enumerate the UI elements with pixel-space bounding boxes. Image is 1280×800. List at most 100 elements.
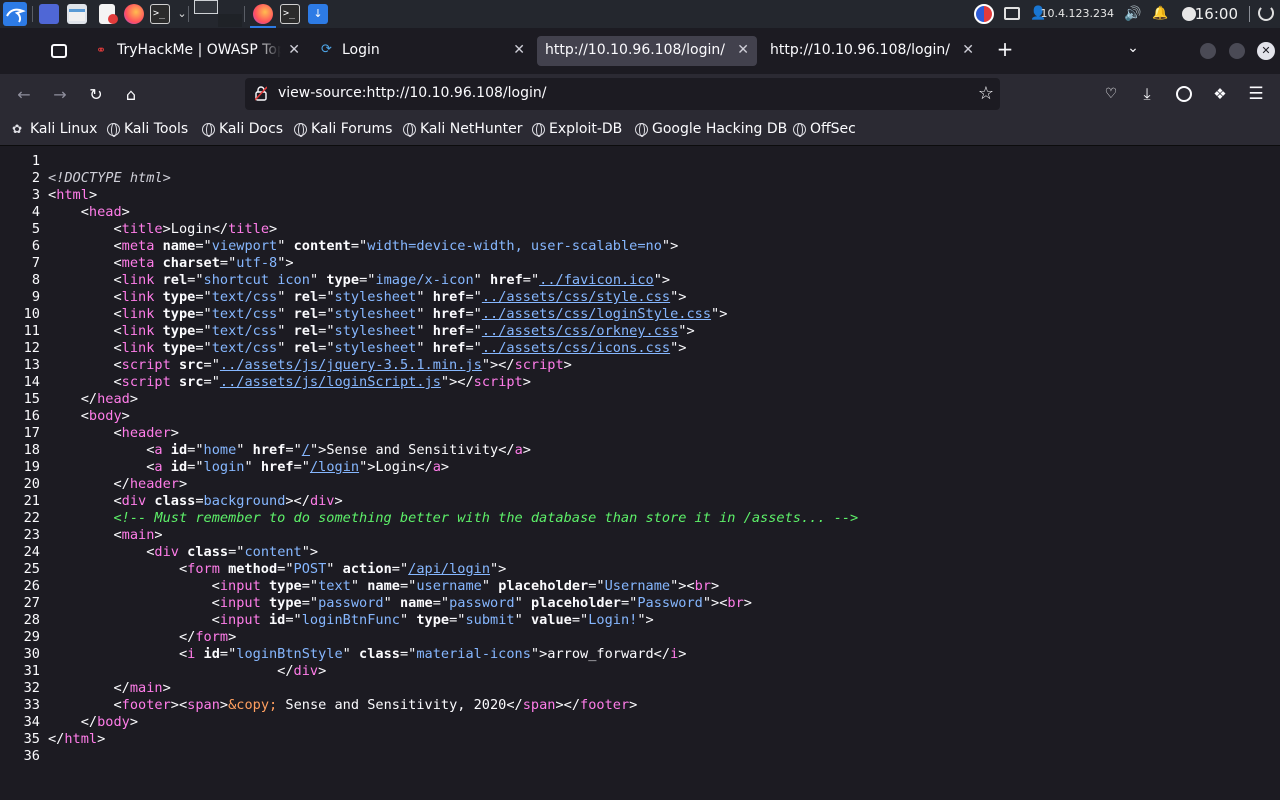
source-token: =" xyxy=(195,306,212,322)
volume-icon[interactable]: 🔊 xyxy=(1124,6,1142,22)
source-link[interactable]: ../assets/css/style.css xyxy=(482,289,670,305)
line-number: 34 xyxy=(23,714,40,730)
source-line: 1 xyxy=(0,153,1280,170)
source-code: <div class="content"> xyxy=(48,544,318,561)
source-token: main xyxy=(121,527,155,543)
tab-login[interactable]: ⟳ Login ✕ xyxy=(311,36,533,66)
file-manager-icon[interactable] xyxy=(67,4,87,24)
source-token: class xyxy=(187,544,229,560)
close-icon[interactable]: ✕ xyxy=(288,42,300,58)
source-token: < xyxy=(48,527,122,543)
source-link[interactable]: /api/login xyxy=(408,561,490,577)
download-folder-icon[interactable]: ↓ xyxy=(308,4,328,24)
source-token: =" xyxy=(301,578,319,594)
line-number: 21 xyxy=(23,493,40,509)
close-icon[interactable]: ✕ xyxy=(513,42,525,58)
line-number: 11 xyxy=(23,323,40,339)
bookmark-kali-nethunter[interactable]: Kali NetHunter xyxy=(403,121,522,137)
power-icon[interactable] xyxy=(1258,5,1274,21)
source-code: <i id="loginBtnStyle" class="material-ic… xyxy=(48,646,687,663)
bookmark-google-hacking-db[interactable]: Google Hacking DB xyxy=(635,121,787,137)
source-token: Login! xyxy=(588,612,638,628)
line-number: 16 xyxy=(23,408,40,424)
extensions-icon[interactable]: ❖ xyxy=(1208,82,1232,106)
reload-button[interactable]: ↻ xyxy=(84,82,108,106)
vscode-icon: ⟳ xyxy=(321,42,332,57)
bookmark-offsec[interactable]: OffSec xyxy=(793,121,856,137)
source-link[interactable]: ../assets/css/icons.css xyxy=(482,340,670,356)
lock-screen-icon[interactable] xyxy=(1249,6,1250,22)
close-window-button[interactable]: ✕ xyxy=(1257,42,1275,60)
home-button[interactable]: ⌂ xyxy=(119,82,143,106)
terminal-icon[interactable]: >_ xyxy=(280,4,300,24)
maximize-button[interactable] xyxy=(1229,43,1245,59)
source-token: = xyxy=(195,493,204,509)
source-link[interactable]: ../assets/css/loginStyle.css xyxy=(482,306,711,322)
terminal-icon[interactable]: >_ xyxy=(150,4,170,24)
notification-bell-icon[interactable]: 🔔 xyxy=(1152,6,1168,22)
bookmark-kali-docs[interactable]: Kali Docs xyxy=(202,121,283,137)
address-bar[interactable]: view-source:http://10.10.96.108/login/ ☆ xyxy=(245,78,1000,110)
source-token: =" xyxy=(391,561,409,577)
display-icon[interactable] xyxy=(1004,7,1020,20)
tab-view-source-active[interactable]: http://10.10.96.108/login/ ✕ xyxy=(537,36,757,66)
text-editor-icon[interactable] xyxy=(99,4,118,24)
workspace-switcher-1[interactable] xyxy=(194,0,218,14)
bookmark-kali-forums[interactable]: Kali Forums xyxy=(294,121,392,137)
source-code: </html> xyxy=(48,731,105,748)
pocket-icon[interactable]: ♡ xyxy=(1099,82,1123,106)
source-token: "> xyxy=(637,612,654,628)
firefox-view-icon[interactable] xyxy=(51,44,67,58)
source-token: < xyxy=(48,425,122,441)
close-icon[interactable]: ✕ xyxy=(962,42,974,58)
bookmark-label: Kali Linux xyxy=(30,121,98,137)
source-token: =" xyxy=(219,646,237,662)
app-menu-icon[interactable]: ☰ xyxy=(1244,82,1268,106)
source-link[interactable]: ../assets/js/loginScript.js xyxy=(220,374,441,390)
line-number: 30 xyxy=(23,646,40,662)
source-link[interactable]: ../favicon.ico xyxy=(539,272,654,288)
source-link[interactable]: ../assets/js/jquery-3.5.1.min.js xyxy=(220,357,482,373)
bookmark-exploit-db[interactable]: Exploit-DB xyxy=(532,121,622,137)
url-text[interactable]: view-source:http://10.10.96.108/login/ xyxy=(278,85,546,101)
firefox-icon[interactable] xyxy=(124,4,144,24)
back-button[interactable]: ← xyxy=(12,82,36,106)
source-token: > xyxy=(121,204,130,220)
line-number: 12 xyxy=(23,340,40,356)
page-info-icon[interactable] xyxy=(254,86,268,101)
source-token: head xyxy=(97,391,130,407)
clock-time[interactable]: 16:00 xyxy=(1195,5,1238,23)
source-token: method xyxy=(228,561,278,577)
kali-menu-icon[interactable] xyxy=(3,2,27,26)
source-token: type xyxy=(162,306,196,322)
source-link[interactable]: /login xyxy=(310,459,359,475)
source-token: "> xyxy=(670,289,687,305)
bookmark-kali-tools[interactable]: Kali Tools xyxy=(107,121,188,137)
running-firefox-task[interactable] xyxy=(250,0,276,28)
network-flag-icon[interactable] xyxy=(974,4,994,24)
chevron-down-icon[interactable]: ⌄ xyxy=(172,4,192,24)
downloads-icon[interactable]: ⤓ xyxy=(1135,82,1159,106)
bookmark-kali-linux[interactable]: ✿ Kali Linux xyxy=(12,121,97,137)
account-icon[interactable] xyxy=(1172,82,1196,106)
new-tab-button[interactable]: + xyxy=(995,39,1015,59)
bookmark-star-icon[interactable]: ☆ xyxy=(978,83,994,104)
list-all-tabs-button[interactable]: ⌄ xyxy=(1124,40,1142,58)
source-link[interactable]: / xyxy=(302,442,310,458)
source-token: script xyxy=(121,357,179,373)
workspace-switcher-2[interactable] xyxy=(218,14,242,27)
source-token: > xyxy=(678,646,687,662)
source-token: "> xyxy=(670,340,687,356)
tab-tryhackme[interactable]: ⚭ TryHackMe | OWASP Top ✕ xyxy=(86,36,308,66)
tab-view-source[interactable]: http://10.10.96.108/login/ ✕ xyxy=(762,36,982,66)
forward-button[interactable]: → xyxy=(48,82,72,106)
close-icon[interactable]: ✕ xyxy=(737,42,749,58)
source-link[interactable]: ../assets/css/orkney.css xyxy=(482,323,678,339)
view-source-content: 1 2 <!DOCTYPE html> 3 <html> 4 <head> 5 <title… xyxy=(0,153,1280,800)
source-token: > xyxy=(219,697,229,713)
source-token: > xyxy=(440,459,450,475)
minimize-button[interactable] xyxy=(1200,43,1216,59)
workspace-icon[interactable] xyxy=(39,4,59,24)
source-token: " xyxy=(481,578,499,594)
source-line: 2 <!DOCTYPE html> xyxy=(0,170,1280,187)
